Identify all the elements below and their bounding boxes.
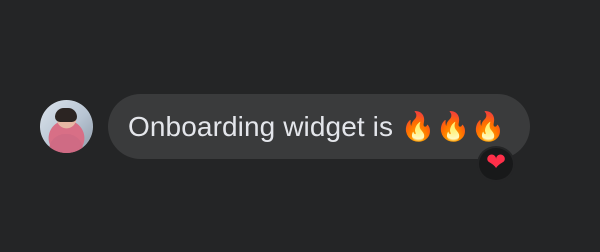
heart-icon: ❤ xyxy=(485,149,507,176)
avatar[interactable] xyxy=(40,100,93,153)
chat-area: Onboarding widget is 🔥🔥🔥 ❤ xyxy=(0,0,600,252)
message-text: Onboarding widget is 🔥🔥🔥 xyxy=(128,111,506,142)
message-row: Onboarding widget is 🔥🔥🔥 xyxy=(40,94,530,159)
reaction-badge[interactable]: ❤ xyxy=(479,148,513,180)
message-bubble[interactable]: Onboarding widget is 🔥🔥🔥 xyxy=(108,94,530,159)
